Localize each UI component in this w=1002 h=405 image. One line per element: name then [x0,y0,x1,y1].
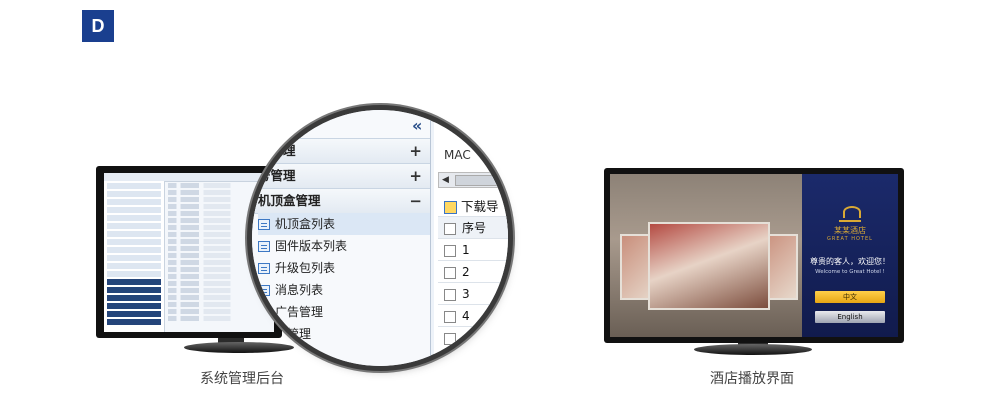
hotel-crown-logo-icon [839,204,861,222]
list-icon [258,263,270,274]
sidebar-item[interactable]: 列表 [258,345,430,366]
sidebar-item[interactable]: 机顶盒列表 [258,213,430,235]
sidebar-item[interactable]: 消息列表 [258,279,430,301]
hotel-screen: 某某酒店 GREAT HOTEL 尊贵的客人，欢迎您！ Welcome to G… [610,174,898,337]
tv-stand-base [694,344,812,355]
row-index: 1 [462,243,470,257]
collapse-minus-icon[interactable]: − [409,189,422,213]
sidebar-item-label: 升级包列表 [275,261,336,275]
sidebar-group[interactable]: 商管理 + [252,138,430,164]
horizontal-scrollbar[interactable]: ◀ [438,172,508,188]
row-checkbox[interactable] [444,244,456,257]
sidebar-item[interactable]: 广告管理 [258,301,430,323]
sidebar-item-label: 词管理 [275,327,312,341]
table-row[interactable]: 1 [438,238,508,261]
welcome-panel: 某某酒店 GREAT HOTEL 尊贵的客人，欢迎您！ Welcome to G… [802,174,898,337]
row-checkbox[interactable] [444,310,456,323]
sidebar-item-label: 广告管理 [275,305,324,319]
sidebar-group[interactable]: 号管理 + [252,163,430,189]
mini-admin-screen [104,173,274,332]
scroll-left-icon[interactable]: ◀ [442,173,449,187]
sidebar-item[interactable]: 固件版本列表 [258,235,430,257]
list-icon [258,241,270,252]
sidebar-group-label: 商管理 [258,143,296,158]
admin-caption: 系统管理后台 [200,371,284,387]
table-row[interactable] [438,326,508,349]
row-index: 3 [462,287,470,301]
select-all-checkbox[interactable] [444,222,456,235]
download-button[interactable]: 下载导 [444,196,499,215]
download-label: 下载导 [461,199,499,214]
list-icon [258,329,270,340]
section-badge: D [82,10,114,42]
hotel-caption: 酒店播放界面 [710,371,794,387]
sidebar-item-label: 消息列表 [275,283,324,297]
mac-label: MAC [444,148,471,162]
sidebar-item-label: 列表 [275,349,300,363]
row-index: 2 [462,265,470,279]
list-icon [258,351,270,362]
welcome-text-en: Welcome to Great Hotel ! [815,269,885,275]
magnifier-lens: « 商管理 + 号管理 + 机顶盒管理 − 机顶盒列表 固件版本列表 升级包列表… [252,110,508,366]
sidebar-group-stb[interactable]: 机顶盒管理 − [252,188,430,214]
welcome-text: 尊贵的客人，欢迎您！ [810,257,890,266]
table-header-row: 序号 [438,216,508,239]
collapse-icon[interactable]: « [412,116,422,135]
scroll-thumb[interactable] [455,175,508,186]
sidebar-item-label: 机顶盒列表 [275,217,336,231]
sidebar-item-label: 固件版本列表 [275,239,348,253]
column-header-index: 序号 [462,221,487,235]
chinese-button[interactable]: 中文 [815,291,885,303]
expand-icon[interactable]: + [409,139,422,163]
list-icon [258,219,270,230]
list-icon [258,307,270,318]
table-row[interactable]: 2 [438,260,508,283]
room-photo-main [648,222,770,310]
english-button[interactable]: English [815,311,885,323]
sidebar-item[interactable]: 词管理 [258,323,430,345]
sidebar-group-label: 机顶盒管理 [258,193,321,208]
row-checkbox[interactable] [444,288,456,301]
table-row[interactable]: 3 [438,282,508,305]
edit-icon [444,201,457,214]
hotel-subtitle: GREAT HOTEL [827,236,873,242]
row-checkbox[interactable] [444,266,456,279]
expand-icon[interactable]: + [409,164,422,188]
sidebar-item[interactable]: 升级包列表 [258,257,430,279]
sidebar-group-label: 号管理 [258,168,296,183]
row-checkbox[interactable] [444,332,456,345]
table-row[interactable]: 4 [438,304,508,327]
row-index: 4 [462,309,470,323]
hotel-name: 某某酒店 [834,226,866,235]
list-icon [258,285,270,296]
